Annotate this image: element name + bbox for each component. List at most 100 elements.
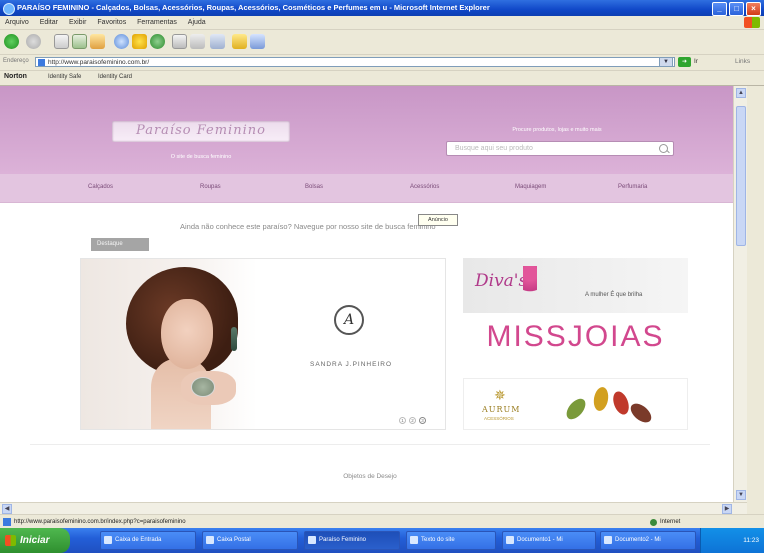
taskbar-item[interactable]: Texto do site [406, 531, 496, 550]
home-icon[interactable] [90, 34, 105, 49]
go-arrow-icon[interactable]: ➜ [678, 57, 691, 67]
search-icon[interactable] [659, 144, 668, 153]
section-divider [30, 444, 710, 445]
section-title: Objetos de Desejo [343, 473, 397, 480]
address-dropdown-icon[interactable]: ▼ [659, 57, 673, 67]
internet-zone-icon [650, 519, 657, 526]
print-icon[interactable] [190, 34, 205, 49]
welcome-text: Ainda não conhece este paraíso? Navegue … [180, 222, 436, 231]
go-button[interactable]: Ir [694, 58, 698, 65]
nav-item-acessorios[interactable]: Acessórios [410, 184, 439, 190]
taskbar-item[interactable]: Paraíso Feminino [304, 531, 400, 550]
nav-item-bolsas[interactable]: Bolsas [305, 184, 323, 190]
refresh-icon[interactable] [72, 34, 87, 49]
taskbar-item[interactable]: Caixa Postal [202, 531, 298, 550]
slider-page-1[interactable]: 1 [399, 417, 406, 424]
scroll-down-icon[interactable]: ▼ [736, 490, 746, 500]
close-button[interactable]: × [746, 2, 761, 16]
system-tray: 11:23 [700, 528, 764, 553]
browser-icon [308, 536, 316, 544]
clock[interactable]: 11:23 [743, 537, 759, 544]
aurum-star-icon: ✵ [494, 387, 506, 403]
folder-icon[interactable] [232, 34, 247, 49]
favorites-star-icon[interactable] [132, 34, 147, 49]
messenger-icon[interactable] [250, 34, 265, 49]
menu-edit[interactable]: Editar [40, 19, 58, 26]
start-label: Iniciar [20, 535, 50, 546]
vertical-scrollbar[interactable]: ▲ ▼ [733, 86, 748, 502]
nav-item-maquiagem[interactable]: Maquiagem [515, 184, 546, 190]
history-icon[interactable] [150, 34, 165, 49]
divas-slogan: A mulher É que brilha [585, 292, 643, 298]
scroll-up-icon[interactable]: ▲ [736, 88, 746, 98]
aurum-subtitle: ACESSÓRIOS [484, 416, 514, 421]
page-viewport: Paraíso Feminino O site de busca feminin… [0, 86, 733, 502]
taskbar-item[interactable]: Documento1 - Mi [502, 531, 596, 550]
identity-card-button[interactable]: Identity Card [98, 74, 132, 80]
links-button[interactable]: Links [735, 58, 750, 65]
tooltip: Anúncio [418, 214, 458, 226]
leaf-icon [592, 385, 610, 413]
forward-icon[interactable] [26, 34, 41, 49]
banner-slider[interactable]: A SANDRA J.PINHEIRO 1 2 3 [80, 258, 446, 430]
slider-page-2[interactable]: 2 [409, 417, 416, 424]
internet-explorer-icon [3, 3, 15, 15]
divas-logo: Diva's [475, 271, 528, 291]
taskbar-item[interactable]: Documento2 - Mi [600, 531, 696, 550]
slider-page-3[interactable]: 3 [419, 417, 426, 424]
site-logo[interactable]: Paraíso Feminino [112, 121, 290, 142]
minimize-button[interactable]: _ [712, 2, 727, 16]
menu-favorites[interactable]: Favoritos [97, 19, 126, 26]
menu-view[interactable]: Exibir [69, 19, 87, 26]
address-input[interactable]: http://www.paraisofeminino.com.br/ [35, 57, 675, 67]
start-button[interactable]: Iniciar [0, 528, 70, 553]
mail-icon [206, 536, 214, 544]
menu-bar: Arquivo Editar Exibir Favoritos Ferramen… [0, 16, 764, 30]
document-icon [410, 536, 418, 544]
menu-file[interactable]: Arquivo [5, 19, 29, 26]
missjoias-logo: MISSJOIAS [486, 320, 665, 353]
dress-figure-icon [523, 266, 537, 302]
nav-item-perfumaria[interactable]: Perfumaria [618, 184, 647, 190]
earring-image [231, 327, 237, 351]
mail-icon[interactable] [172, 34, 187, 49]
taskbar: Iniciar Caixa de Entrada Caixa Postal Pa… [0, 528, 764, 553]
mail-icon [104, 536, 112, 544]
window-title-bar: PARAÍSO FEMININO - Calçados, Bolsas, Ace… [0, 0, 764, 16]
search-toolbar-icon[interactable] [114, 34, 129, 49]
taskbar-item[interactable]: Caixa de Entrada [100, 531, 196, 550]
menu-tools[interactable]: Ferramentas [137, 19, 177, 26]
norton-label[interactable]: Norton [4, 73, 27, 80]
maximize-button[interactable]: □ [729, 2, 744, 16]
browser-toolbar [0, 30, 764, 55]
site-nav: Calçados Roupas Bolsas Acessórios Maquia… [0, 174, 733, 203]
leaf-icon [627, 399, 655, 427]
brand-monogram-logo: A [334, 305, 364, 335]
brand-name: SANDRA J.PINHEIRO [309, 361, 392, 368]
scroll-left-icon[interactable]: ◀ [2, 504, 12, 514]
status-zone: Internet [660, 519, 681, 525]
ad-divas[interactable]: Diva's A mulher É que brilha [463, 258, 688, 313]
nav-item-roupas[interactable]: Roupas [200, 184, 221, 190]
scroll-right-icon[interactable]: ▶ [722, 504, 732, 514]
menu-help[interactable]: Ajuda [188, 19, 206, 26]
leaf-icon [610, 389, 632, 417]
identity-safe-button[interactable]: Identity Safe [48, 74, 81, 80]
nav-item-calcados[interactable]: Calçados [88, 184, 113, 190]
scroll-thumb[interactable] [736, 106, 746, 246]
address-bar: Endereço http://www.paraisofeminino.com.… [0, 55, 764, 71]
model-photo [81, 259, 257, 429]
ad-missjoias[interactable]: MISSJOIAS [463, 318, 688, 368]
highlight-tab[interactable]: Destaque [91, 238, 149, 251]
back-icon[interactable] [4, 34, 19, 49]
edit-icon[interactable] [210, 34, 225, 49]
window-title: PARAÍSO FEMININO - Calçados, Bolsas, Ace… [17, 3, 490, 12]
site-search-input[interactable]: Busque aqui seu produto [446, 141, 674, 156]
aurum-logo: AURUM [482, 405, 521, 414]
search-title: Procure produtos, lojas e muito mais [512, 127, 602, 133]
word-icon [506, 536, 514, 544]
norton-toolbar: Norton Identity Safe Identity Card [0, 71, 764, 86]
stop-icon[interactable] [54, 34, 69, 49]
site-header: Paraíso Feminino O site de busca feminin… [0, 86, 733, 174]
ad-aurum[interactable]: ✵ AURUM ACESSÓRIOS [463, 378, 688, 430]
